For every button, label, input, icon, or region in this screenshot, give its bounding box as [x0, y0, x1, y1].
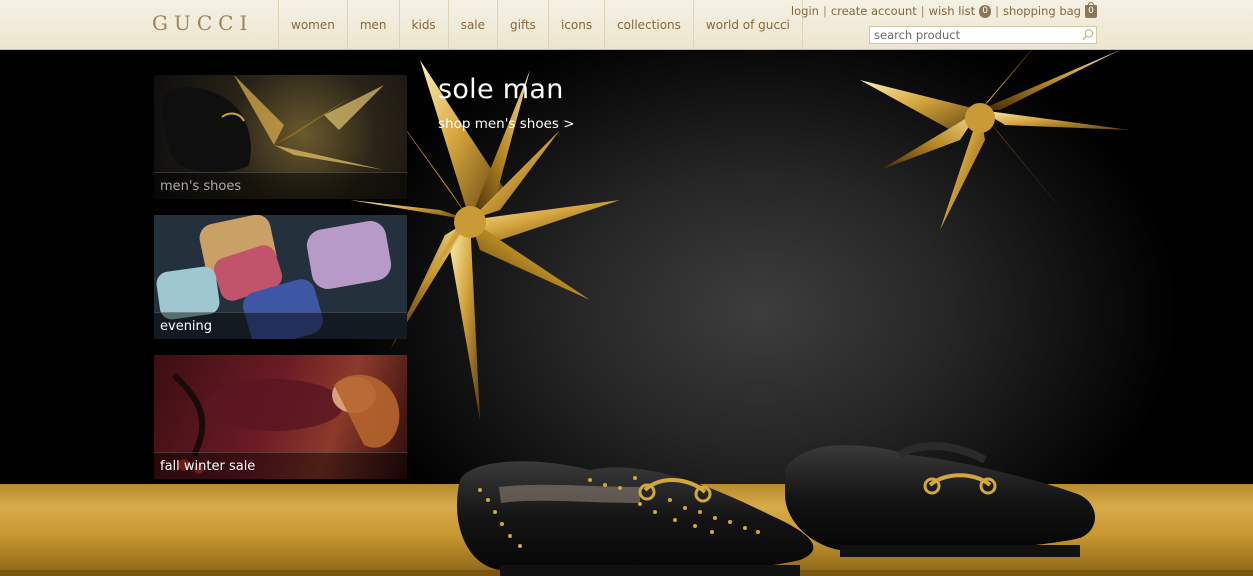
hero-title: sole man	[438, 74, 564, 105]
nav-item-kids[interactable]: kids	[398, 0, 448, 49]
gucci-logo[interactable]: GUCCI	[152, 11, 253, 35]
gold-bow-right	[860, 50, 1130, 230]
tile-label-evening: evening	[160, 319, 213, 334]
tile-label-fall-winter-sale: fall winter sale	[160, 459, 256, 474]
utility-links: login | create account | wish list 0 | s…	[791, 1, 1097, 18]
search-icon[interactable]	[1081, 28, 1095, 42]
wish-list-link[interactable]: wish list	[929, 4, 975, 18]
promo-tile-evening[interactable]: evening	[154, 215, 407, 339]
shop-mens-shoes-link[interactable]: shop men's shoes >	[438, 116, 575, 132]
promo-tile-mens-shoes[interactable]: men's shoes	[154, 75, 407, 199]
hero-banner[interactable]: sole man shop men's shoes > men's shoes	[0, 50, 1253, 576]
page: GUCCI women men kids sale gifts icons co…	[0, 0, 1253, 576]
search-input[interactable]	[870, 27, 1086, 43]
main-nav: women men kids sale gifts icons collecti…	[278, 0, 803, 49]
nav-item-collections[interactable]: collections	[604, 0, 693, 49]
site-header: GUCCI women men kids sale gifts icons co…	[0, 0, 1253, 50]
nav-item-men[interactable]: men	[346, 0, 399, 49]
nav-item-gifts[interactable]: gifts	[497, 0, 548, 49]
nav-item-women[interactable]: women	[278, 0, 347, 49]
login-link[interactable]: login	[791, 4, 819, 18]
util-separator: |	[920, 4, 925, 18]
shopping-bag-icon[interactable]: 0	[1085, 1, 1097, 18]
util-separator: |	[822, 4, 827, 18]
nav-item-sale[interactable]: sale	[447, 0, 497, 49]
search-box	[869, 26, 1097, 44]
nav-item-icons[interactable]: icons	[547, 0, 604, 49]
promo-tile-fall-winter-sale[interactable]: fall winter sale	[154, 355, 407, 479]
tile-label-mens-shoes: men's shoes	[160, 179, 242, 194]
wish-list-count-badge: 0	[979, 4, 992, 18]
shopping-bag-link[interactable]: shopping bag	[1003, 4, 1081, 18]
loafers-image	[456, 441, 1095, 576]
create-account-link[interactable]: create account	[831, 4, 917, 18]
nav-item-world-of-gucci[interactable]: world of gucci	[692, 0, 803, 49]
util-separator: |	[995, 4, 999, 18]
